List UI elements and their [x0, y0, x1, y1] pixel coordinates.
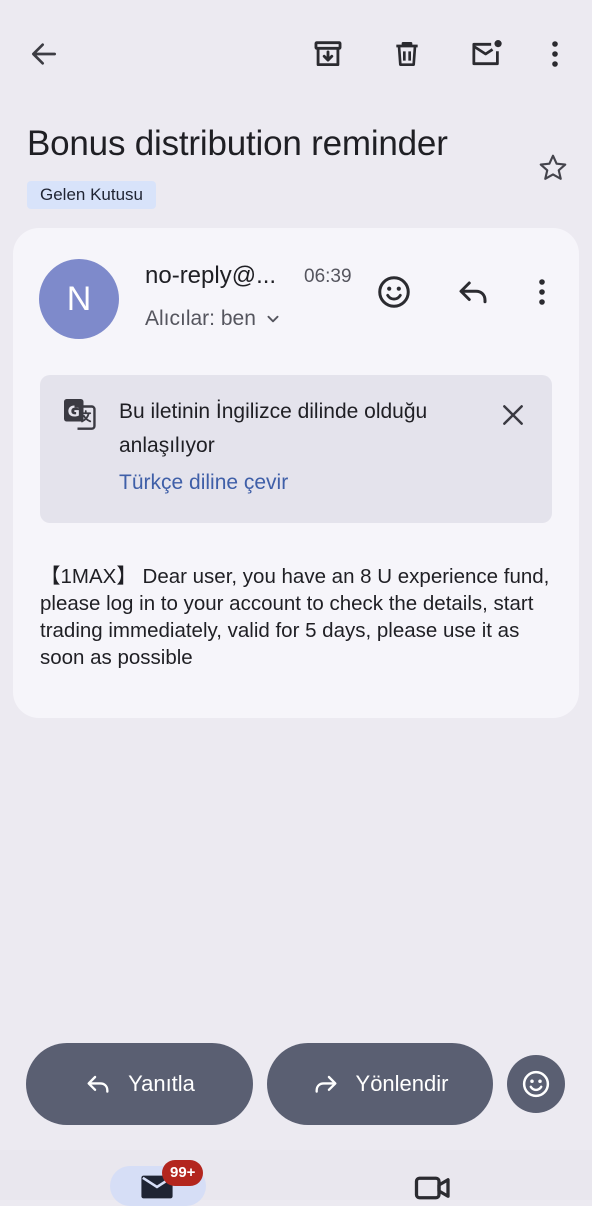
close-icon: [503, 405, 523, 425]
reply-icon-button[interactable]: [447, 266, 499, 318]
reply-label: Yanıtla: [128, 1071, 195, 1096]
unread-count-badge: 99+: [162, 1160, 204, 1186]
email-subject: Bonus distribution reminder: [27, 124, 448, 163]
bottom-navigation: [0, 1150, 592, 1200]
emoji-icon: [378, 276, 410, 308]
message-time: 06:39: [304, 266, 352, 287]
add-reaction-button[interactable]: [368, 266, 420, 318]
sender-name[interactable]: no-reply@...: [145, 260, 276, 292]
forward-button[interactable]: Yönlendir: [267, 1043, 493, 1125]
archive-button[interactable]: [302, 28, 354, 80]
recipients-toggle[interactable]: Alıcılar: ben: [145, 304, 284, 334]
translate-action-link[interactable]: Türkçe diline çevir: [119, 466, 288, 500]
forward-icon: [315, 1075, 337, 1093]
more-vertical-icon: [552, 41, 558, 67]
trash-icon: [396, 42, 418, 66]
arrow-left-icon: [32, 43, 56, 65]
recipients-label: Alıcılar: ben: [145, 307, 256, 330]
inbox-label-chip[interactable]: Gelen Kutusu: [27, 181, 157, 209]
message-body: 【1MAX】 Dear user, you have an 8 U experi…: [40, 565, 550, 669]
star-button[interactable]: [527, 142, 579, 194]
more-options-button[interactable]: [529, 28, 581, 80]
delete-button[interactable]: [381, 28, 433, 80]
mark-unread-button[interactable]: [461, 28, 513, 80]
translate-message: Bu iletinin İngilizce dilinde olduğu anl…: [119, 400, 428, 457]
translate-icon: G: [64, 399, 96, 430]
video-icon[interactable]: [413, 1176, 453, 1200]
forward-label: Yönlendir: [355, 1071, 449, 1096]
back-button[interactable]: [18, 28, 70, 80]
mail-unread-icon: [472, 40, 502, 66]
react-button[interactable]: [507, 1055, 565, 1113]
star-outline-icon: [539, 154, 567, 180]
reply-button[interactable]: Yanıtla: [26, 1043, 253, 1125]
reply-icon: [87, 1075, 109, 1093]
sender-avatar[interactable]: N: [39, 259, 119, 339]
message-more-button[interactable]: [516, 266, 568, 318]
svg-text:G: G: [68, 402, 80, 420]
reply-icon: [459, 281, 487, 304]
chevron-down-icon: [267, 315, 279, 323]
emoji-icon: [522, 1070, 550, 1098]
more-vertical-icon: [539, 279, 545, 305]
dismiss-translate-button[interactable]: [487, 389, 539, 441]
archive-icon: [314, 41, 342, 67]
